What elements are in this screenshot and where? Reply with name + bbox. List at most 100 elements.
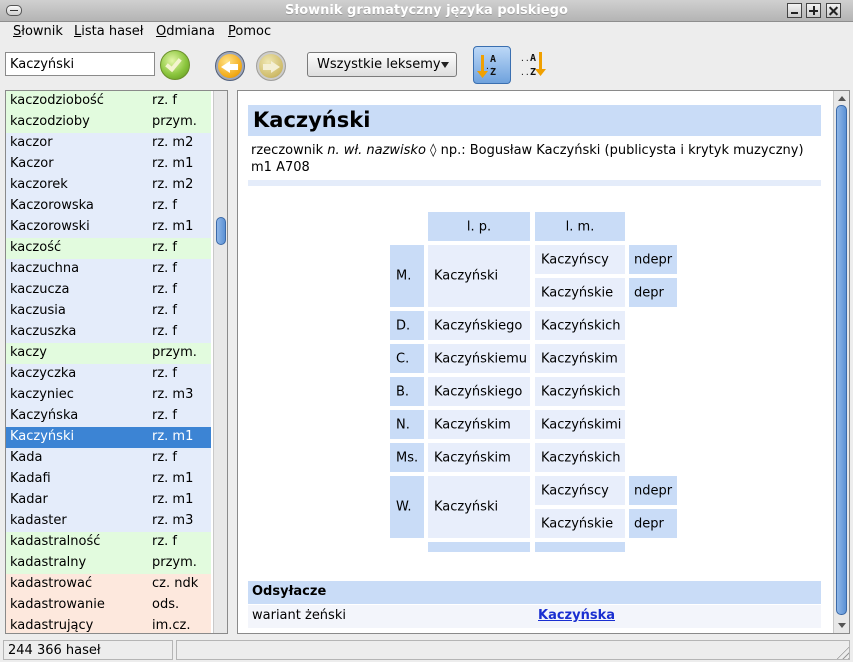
form-plural-text: Kaczyńskimi: [541, 417, 622, 432]
list-item-pos: rz. m1: [152, 429, 194, 444]
list-item[interactable]: kadastrujący im.cz.: [6, 616, 211, 633]
list-item-word: kaczuchna: [10, 261, 80, 276]
table-footer: [428, 542, 530, 552]
list-item[interactable]: kadastralność rz. f: [6, 532, 211, 553]
list-item[interactable]: Kaczyńska rz. f: [6, 406, 211, 427]
svg-text:..: ..: [520, 68, 530, 77]
case-label: W.: [390, 476, 424, 538]
list-item[interactable]: kaczor rz. m2: [6, 133, 211, 154]
list-item[interactable]: kaczuchna rz. f: [6, 259, 211, 280]
list-item-selected[interactable]: Kaczyński rz. m1: [6, 427, 211, 448]
list-item[interactable]: Kada rz. f: [6, 448, 211, 469]
form-tag-text: ndepr: [634, 252, 673, 267]
minimize-icon[interactable]: [787, 3, 802, 18]
form-plural: Kaczyńskie: [535, 278, 625, 307]
search-confirm-button[interactable]: [160, 50, 190, 80]
list-item[interactable]: Kaczor rz. m1: [6, 154, 211, 175]
forward-button[interactable]: [256, 51, 286, 81]
list-item-word: kaczodziobość: [10, 93, 104, 108]
form-singular-text: Kaczyńskiego: [434, 384, 523, 399]
list-item-pos: rz. f: [152, 261, 178, 276]
case-label: D.: [390, 311, 424, 340]
list-item-word: Kaczyńska: [10, 408, 79, 423]
menu-pomoc[interactable]: Pomoc: [228, 24, 271, 39]
form-singular-text: Kaczyńskim: [434, 417, 511, 432]
form-plural-text: Kaczyńskie: [541, 516, 614, 531]
list-item[interactable]: kaczusia rz. f: [6, 301, 211, 322]
menu-lista-hasel[interactable]: Lista haseł: [74, 24, 144, 39]
arrow-right-icon: [263, 61, 280, 73]
entry-panel: Kaczyński rzeczownik n. wł. nazwisko ◊ n…: [237, 90, 850, 634]
sort-ascending-button[interactable]: A Z ..: [473, 46, 511, 84]
list-item[interactable]: Kaczorowska rz. f: [6, 196, 211, 217]
close-icon[interactable]: [826, 3, 841, 18]
list-item-pos: rz. m3: [152, 387, 194, 402]
list-item[interactable]: kadastrowanie ods.: [6, 595, 211, 616]
entry-header: Kaczyński: [248, 105, 821, 136]
back-button[interactable]: [215, 51, 245, 81]
case-label: M.: [390, 245, 424, 307]
chevron-down-icon: [441, 62, 449, 68]
sort-az-icon: A Z ..: [477, 54, 496, 78]
reference-link[interactable]: Kaczyńska: [538, 608, 615, 623]
case-label-text: M.: [396, 268, 412, 284]
entry-scrollbar[interactable]: [833, 91, 849, 633]
list-item-word: kaczodzioby: [10, 114, 90, 129]
list-item[interactable]: kaczucza rz. f: [6, 280, 211, 301]
list-item[interactable]: kaczuszka rz. f: [6, 322, 211, 343]
form-singular: Kaczyński: [428, 476, 530, 538]
list-item[interactable]: kaczodzioby przym.: [6, 112, 211, 133]
form-singular: Kaczyńskim: [428, 410, 530, 439]
list-item[interactable]: kaczorek rz. m2: [6, 175, 211, 196]
arrow-left-icon: [221, 61, 238, 73]
form-plural-text: Kaczyńskie: [541, 285, 614, 300]
list-item[interactable]: kaczość rz. f: [6, 238, 211, 259]
list-item-word: Kaczorowski: [10, 219, 90, 234]
form-plural-text: Kaczyńscy: [541, 252, 609, 267]
list-item[interactable]: Kaczorowski rz. m1: [6, 217, 211, 238]
list-item[interactable]: kadastralny przym.: [6, 553, 211, 574]
word-list[interactable]: kaczodziobość rz. f kaczodzioby przym. kaczo…: [5, 90, 228, 634]
search-input[interactable]: [5, 52, 155, 76]
list-item[interactable]: kaczy przym.: [6, 343, 211, 364]
menu-odmiana[interactable]: Odmiana: [156, 24, 215, 39]
scroll-down-icon[interactable]: [838, 623, 846, 628]
list-item-pos: rz. f: [152, 93, 178, 108]
case-label: B.: [390, 377, 424, 406]
word-list-scroll-thumb[interactable]: [216, 217, 226, 245]
list-item-word: kaczyniec: [10, 387, 74, 402]
header-singular-text: l. p.: [466, 219, 492, 234]
svg-text:Z: Z: [530, 67, 536, 78]
scroll-up-icon[interactable]: [838, 96, 846, 101]
list-item-pos: cz. ndk: [152, 576, 199, 591]
entry-scroll-thumb[interactable]: [836, 105, 847, 615]
list-item-pos: przym.: [152, 555, 197, 570]
form-singular: Kaczyńskiego: [428, 377, 530, 406]
list-item[interactable]: Kadafi rz. m1: [6, 469, 211, 490]
list-item-word: Kadar: [10, 492, 48, 507]
reference-label: wariant żeński: [252, 608, 346, 623]
form-tag-text: ndepr: [634, 483, 673, 498]
list-item[interactable]: Kadar rz. m1: [6, 490, 211, 511]
list-item-word: kaczość: [10, 240, 62, 255]
sort-descending-button[interactable]: .. A .. Z: [518, 50, 548, 80]
list-item[interactable]: kaczyniec rz. m3: [6, 385, 211, 406]
list-item-pos: rz. m1: [152, 492, 194, 507]
list-item[interactable]: kadastrować cz. ndk: [6, 574, 211, 595]
header-singular: l. p.: [428, 212, 530, 241]
menu-slownik[interactable]: Słownik: [13, 24, 63, 39]
list-item[interactable]: kaczodziobość rz. f: [6, 91, 211, 112]
lexeme-filter-select[interactable]: Wszystkie leksemy: [307, 52, 457, 77]
header-plural-text: l. m.: [565, 219, 595, 234]
list-item[interactable]: kaczyczka rz. f: [6, 364, 211, 385]
maximize-icon[interactable]: [806, 3, 821, 18]
form-singular-text: Kaczyński: [434, 499, 499, 515]
lexeme-filter-value: Wszystkie leksemy: [317, 57, 441, 72]
list-item-pos: rz. m3: [152, 513, 194, 528]
entry-description: rzeczownik n. wł. nazwisko ◊ np.: Bogusł…: [251, 142, 811, 176]
word-list-scrollbar[interactable]: [213, 91, 227, 633]
form-singular-text: Kaczyńskim: [434, 450, 511, 465]
list-item-word: kaczusia: [10, 303, 66, 318]
references-header: Odsyłacze: [248, 581, 821, 604]
list-item[interactable]: kadaster rz. m3: [6, 511, 211, 532]
